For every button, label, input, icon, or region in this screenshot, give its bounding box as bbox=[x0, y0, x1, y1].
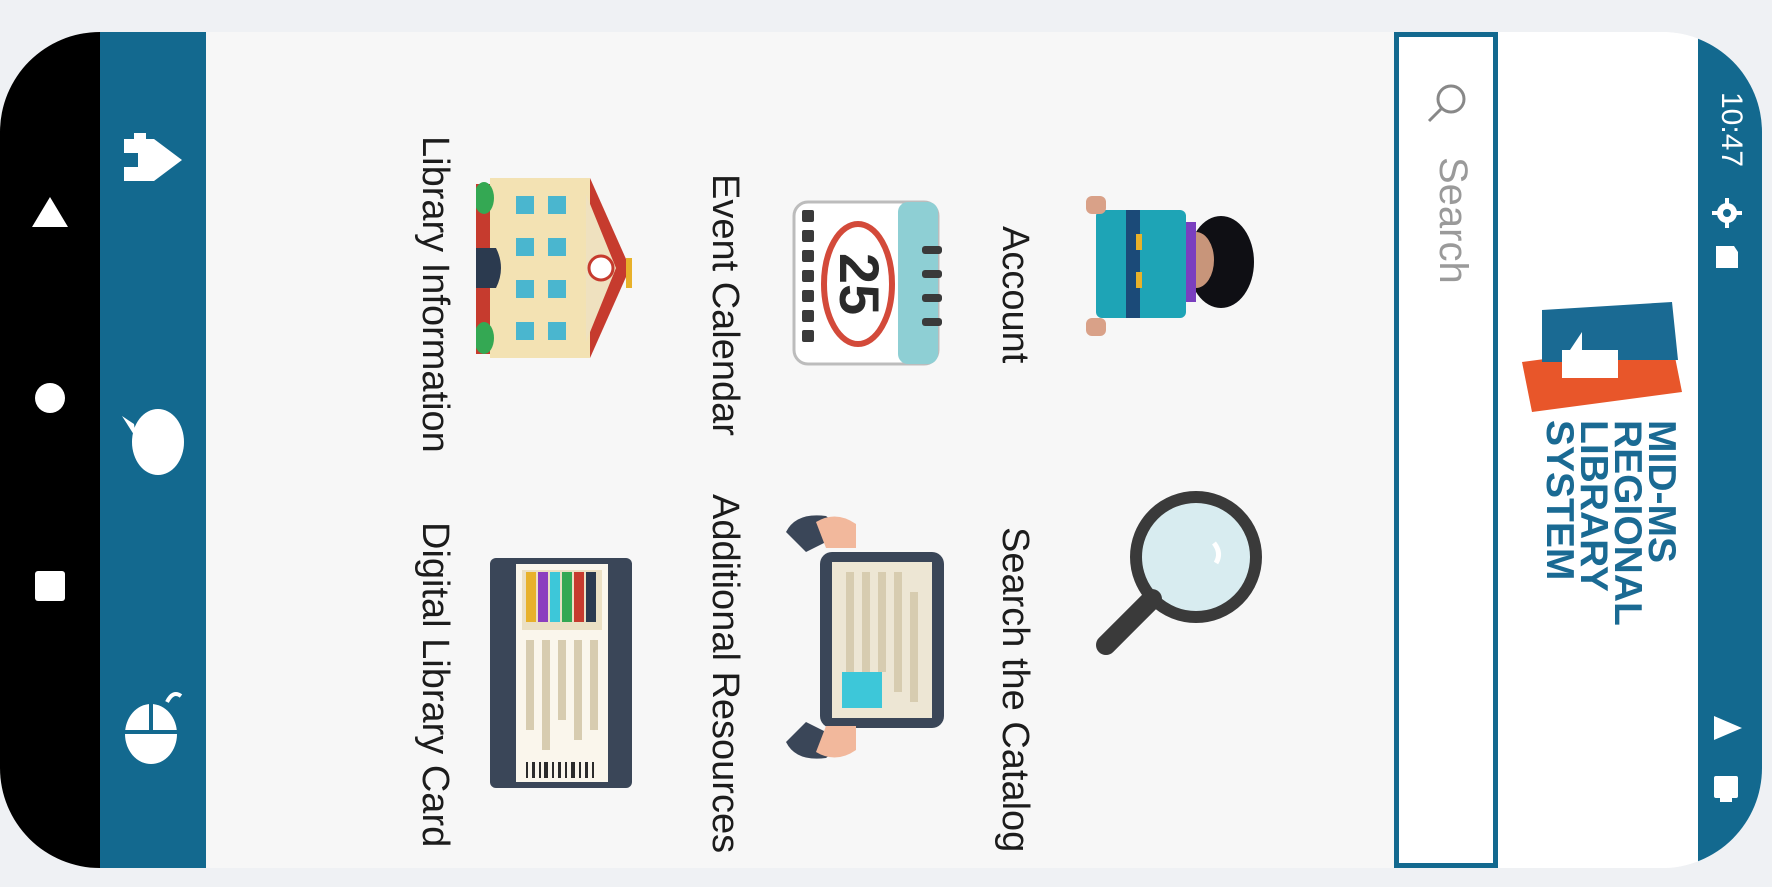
search-input[interactable]: Search bbox=[1394, 32, 1498, 868]
search-icon bbox=[1425, 81, 1469, 129]
main-content: Account Search the Catalog 25 Event Cale… bbox=[206, 32, 1394, 868]
svg-text:25: 25 bbox=[828, 253, 891, 315]
header-logo-area: MID-MS REGIONAL LIBRARY SYSTEM bbox=[1498, 32, 1698, 868]
tablet-icon bbox=[786, 512, 956, 766]
recents-icon[interactable] bbox=[0, 556, 100, 616]
tile-digital-library-card-label: Digital Library Card bbox=[414, 522, 456, 848]
tile-event-calendar[interactable]: 25 Event Calendar bbox=[704, 162, 986, 436]
tile-additional-resources[interactable]: Additional Resources bbox=[704, 472, 1026, 853]
home-icon[interactable] bbox=[100, 120, 206, 200]
calendar-icon: 25 bbox=[786, 198, 946, 372]
battery-icon bbox=[1712, 772, 1744, 810]
mouse-icon[interactable] bbox=[100, 682, 206, 772]
logo-text: MID-MS REGIONAL LIBRARY SYSTEM bbox=[1538, 420, 1683, 626]
gear-icon bbox=[1712, 198, 1742, 232]
system-nav-bar bbox=[0, 32, 100, 868]
tile-library-information-label: Library Information bbox=[414, 136, 456, 453]
tile-event-calendar-label: Event Calendar bbox=[704, 174, 746, 436]
tile-library-information[interactable]: Library Information bbox=[414, 128, 676, 453]
tile-search-catalog[interactable]: Search the Catalog bbox=[994, 487, 1316, 852]
back-icon[interactable] bbox=[0, 182, 100, 242]
app-sidebar bbox=[100, 32, 206, 868]
device-screen: Account Search the Catalog 25 Event Cale… bbox=[0, 32, 1762, 868]
home-circle-icon[interactable] bbox=[0, 368, 100, 428]
wifi-icon bbox=[1712, 712, 1744, 748]
magnifying-glass-icon bbox=[1096, 487, 1266, 671]
library-building-icon bbox=[474, 178, 646, 382]
library-card-icon bbox=[486, 558, 636, 792]
tile-account[interactable]: Account bbox=[994, 182, 1316, 363]
library-logo-icon bbox=[1522, 302, 1682, 426]
status-bar: 10:47 bbox=[1698, 32, 1762, 868]
tile-account-label: Account bbox=[994, 226, 1036, 364]
tile-additional-resources-label: Additional Resources bbox=[704, 494, 746, 854]
status-time: 10:47 bbox=[1715, 92, 1748, 168]
chat-icon[interactable] bbox=[100, 402, 206, 482]
person-reading-icon bbox=[1056, 182, 1256, 366]
search-placeholder: Search bbox=[1431, 157, 1475, 284]
sd-card-icon bbox=[1714, 244, 1740, 274]
tile-digital-library-card[interactable]: Digital Library Card bbox=[414, 502, 676, 847]
